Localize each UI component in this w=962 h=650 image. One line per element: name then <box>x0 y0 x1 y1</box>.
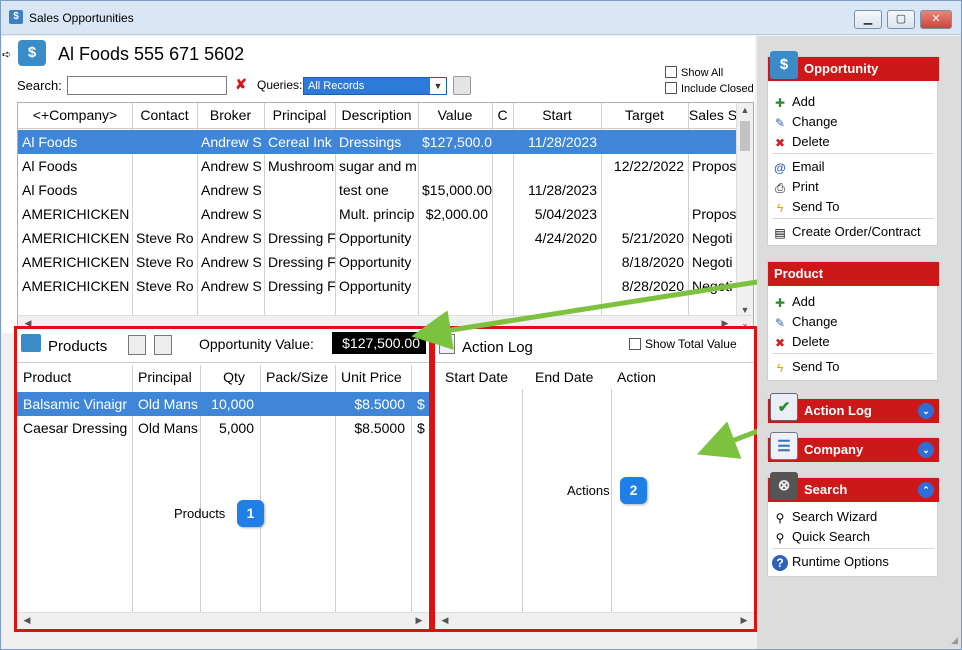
create-order-label: Create Order/Contract <box>792 224 921 239</box>
opportunity-header[interactable]: $ Opportunity <box>768 51 939 81</box>
action-sidebar: $ Opportunity ✚ Add ✎ Change ✖ Delete @ Emai… <box>757 36 961 649</box>
arrow-product-to-products <box>411 276 777 350</box>
divider <box>772 153 934 154</box>
lightning-icon: ϟ <box>776 361 784 375</box>
product-add[interactable]: ✚ Add <box>772 292 815 312</box>
email-label: Email <box>792 159 825 174</box>
help-icon: ? <box>772 555 788 571</box>
expand-chevron-icon[interactable]: ⌄ <box>918 442 934 458</box>
opportunity-add[interactable]: ✚ Add <box>772 92 815 112</box>
add-icon: ✚ <box>774 296 786 310</box>
send-to-label: Send To <box>792 199 840 214</box>
delete-label: Delete <box>792 134 830 149</box>
change-label: Change <box>792 114 838 129</box>
quick-search-label: Quick Search <box>792 529 871 544</box>
opportunity-change[interactable]: ✎ Change <box>772 112 838 132</box>
product-send-to[interactable]: ϟ Send To <box>772 357 840 377</box>
product-header[interactable]: Product <box>768 262 939 286</box>
delete-label: Delete <box>792 334 830 349</box>
search-wizard-label: Search Wizard <box>792 509 878 524</box>
add-icon: ✚ <box>774 96 786 110</box>
lightning-icon: ϟ <box>776 201 784 215</box>
company-section: ☰ Company ⌄ <box>767 432 939 462</box>
binoculars-icon: ⊗ <box>770 472 798 500</box>
opportunity-email[interactable]: @ Email <box>772 157 825 177</box>
quick-search[interactable]: ⚲ Quick Search <box>772 527 870 547</box>
contact-card-icon: ☰ <box>770 432 798 460</box>
search-section: ⊗ Search ⌃ ⚲ Search Wizard ⚲ Quick Search … <box>767 472 939 577</box>
product-change[interactable]: ✎ Change <box>772 312 838 332</box>
dollar-chat-icon: $ <box>770 51 798 79</box>
edit-icon: ✎ <box>774 116 786 130</box>
company-header[interactable]: ☰ Company ⌄ <box>768 432 939 462</box>
edit-icon: ✎ <box>774 316 786 330</box>
expand-chevron-icon[interactable]: ⌄ <box>918 403 934 419</box>
collapse-chevron-icon[interactable]: ⌃ <box>918 482 934 498</box>
search-wizard[interactable]: ⚲ Search Wizard <box>772 507 878 527</box>
opportunity-title: Opportunity <box>804 61 879 76</box>
printer-icon: ⎙ <box>775 181 785 195</box>
search-sidebar-title: Search <box>804 482 848 497</box>
product-title: Product <box>774 266 824 281</box>
divider <box>772 353 934 354</box>
opportunity-delete[interactable]: ✖ Delete <box>772 132 830 152</box>
log-check-icon: ✔ <box>770 393 798 421</box>
runtime-options[interactable]: ? Runtime Options <box>772 552 889 572</box>
opportunity-print[interactable]: ⎙ Print <box>772 177 819 197</box>
document-icon: ▤ <box>774 226 786 240</box>
binoculars-icon: ⚲ <box>775 511 785 525</box>
delete-icon: ✖ <box>774 336 786 350</box>
opportunity-send-to[interactable]: ϟ Send To <box>772 197 840 217</box>
divider <box>772 218 934 219</box>
opportunity-section: $ Opportunity ✚ Add ✎ Change ✖ Delete @ Emai… <box>767 51 939 246</box>
runtime-options-label: Runtime Options <box>792 554 889 569</box>
product-section: Product ✚ Add ✎ Change ✖ Delete ϟ Send To <box>767 261 939 381</box>
quick-search-icon: ⚲ <box>775 531 785 545</box>
action-log-header[interactable]: ✔ Action Log ⌄ <box>768 393 939 423</box>
action-log-section: ✔ Action Log ⌄ <box>767 393 939 423</box>
delete-icon: ✖ <box>774 136 786 150</box>
send-to-label: Send To <box>792 359 840 374</box>
divider <box>772 548 934 549</box>
email-at-icon: @ <box>774 161 786 175</box>
sales-opportunities-window: $ Sales Opportunities ▁ ▢ ✕ ➪ $ Al Foods… <box>0 0 962 650</box>
search-header[interactable]: ⊗ Search ⌃ <box>768 472 939 502</box>
add-label: Add <box>792 294 816 309</box>
change-label: Change <box>792 314 838 329</box>
resize-grip-icon[interactable]: ◢ <box>951 635 958 646</box>
product-delete[interactable]: ✖ Delete <box>772 332 830 352</box>
print-label: Print <box>792 179 819 194</box>
company-sidebar-title: Company <box>804 442 864 457</box>
create-order-contract[interactable]: ▤ Create Order/Contract <box>772 222 921 242</box>
add-label: Add <box>792 94 816 109</box>
action-log-sidebar-title: Action Log <box>804 403 872 418</box>
